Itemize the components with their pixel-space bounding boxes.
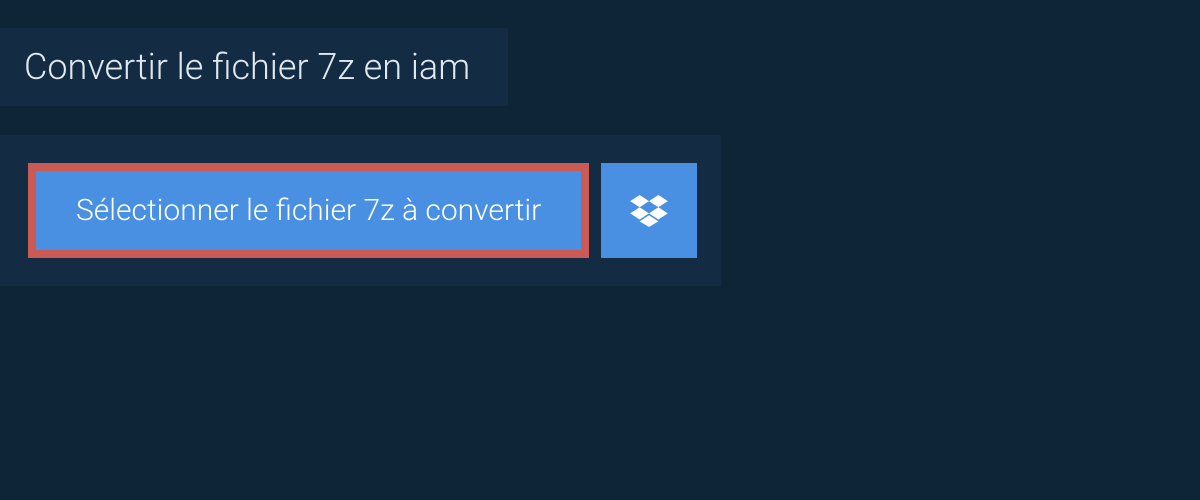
- select-file-label: Sélectionner le fichier 7z à convertir: [76, 193, 541, 228]
- page-title: Convertir le fichier 7z en iam: [0, 28, 508, 106]
- dropbox-button[interactable]: [601, 163, 697, 258]
- upload-button-group: Sélectionner le fichier 7z à convertir: [0, 135, 721, 286]
- dropbox-icon: [630, 195, 668, 227]
- select-file-button[interactable]: Sélectionner le fichier 7z à convertir: [28, 163, 589, 258]
